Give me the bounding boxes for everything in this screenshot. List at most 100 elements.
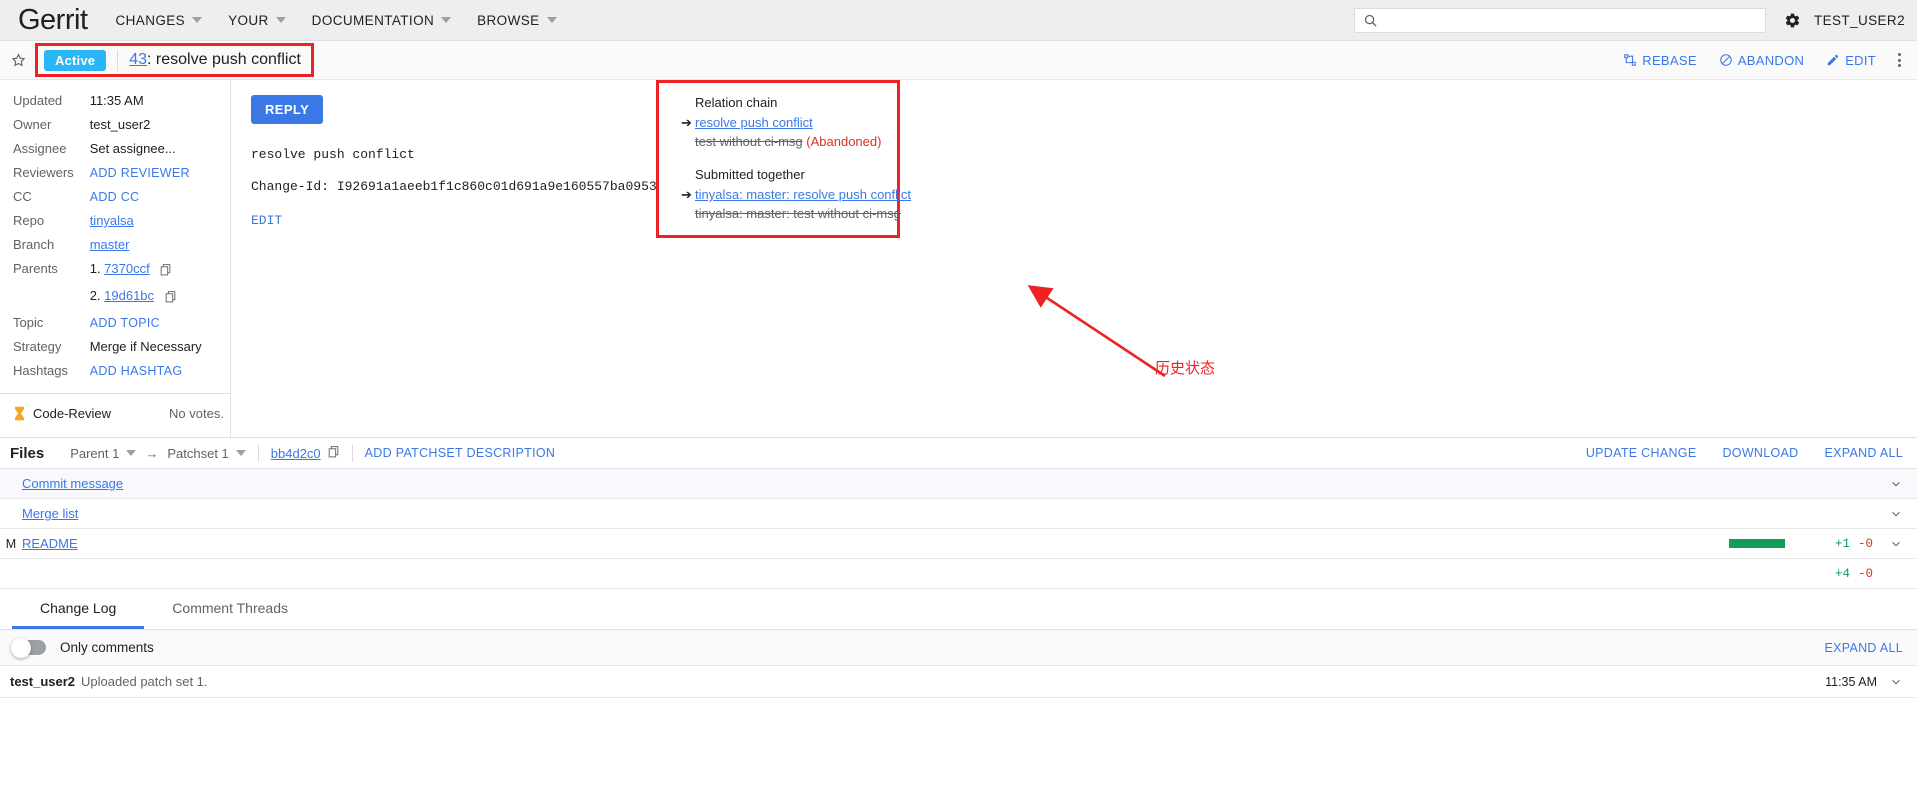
only-comments-toggle[interactable] [11,637,46,658]
file-status: M [5,536,17,551]
add-reviewer-button[interactable]: ADD REVIEWER [90,166,190,180]
file-delta: +1 -0 [1785,537,1873,551]
download-button[interactable]: DOWNLOAD [1722,446,1798,460]
kebab-dot [1898,58,1901,62]
status-badge: Active [44,49,107,71]
patchset-sha-link[interactable]: bb4d2c0 [271,446,321,461]
files-total-row: +4 -0 [0,559,1917,589]
metadata-value-owner[interactable]: test_user2 [90,117,202,141]
log-entry-user: test_user2 [10,674,76,689]
repo-link[interactable]: tinyalsa [90,213,134,228]
divider [117,49,119,71]
abandoned-suffix: (Abandoned) [806,134,882,149]
parent-sha-link[interactable]: 7370ccf [104,261,150,276]
patchset-select[interactable]: Patchset 1 [167,445,246,461]
user-menu-button[interactable]: TEST_USER2 [1814,13,1905,28]
update-change-button[interactable]: UPDATE CHANGE [1586,446,1697,460]
submitted-together-link[interactable]: tinyalsa: master: resolve push conflict [695,187,911,202]
parent-index: 2. [89,288,101,303]
search-box[interactable] [1353,7,1766,33]
abandon-label: ABANDON [1737,52,1805,68]
change-number-link[interactable]: 43 [129,51,147,68]
chevron-down-icon [235,450,246,456]
file-link-commit-message[interactable]: Commit message [22,476,123,491]
metadata-key: Strategy [13,339,62,354]
settings-button[interactable] [1784,12,1801,29]
add-hashtag-button[interactable]: ADD HASHTAG [90,364,183,378]
rebase-label: REBASE [1642,52,1697,68]
commit-edit-button[interactable]: EDIT [251,213,661,228]
expand-all-log-button[interactable]: EXPAND ALL [1824,641,1903,655]
change-status-highlight: Active 43: resolve push conflict [35,43,314,77]
commit-message-panel: REPLY resolve push conflict Change-Id: I… [231,80,661,437]
chevron-down-icon[interactable] [1889,537,1903,551]
gerrit-logo[interactable]: Gerrit [18,4,88,37]
list-item[interactable]: test_user2 Uploaded patch set 1. 11:35 A… [0,666,1917,698]
relation-chain-title: Relation chain [695,95,778,110]
reply-button[interactable]: REPLY [251,95,324,124]
nav-item-your-label: YOUR [228,12,269,28]
copy-icon[interactable] [327,445,340,461]
relation-chain-item-abandoned: test without ci-msg (Abandoned) [695,132,889,151]
search-icon [1364,14,1377,27]
parent-sha-link[interactable]: 19d61bc [104,288,154,303]
tab-comment-threads[interactable]: Comment Threads [144,589,316,629]
metadata-key: CC [13,189,32,204]
nav-item-documentation-label: DOCUMENTATION [311,12,435,28]
kebab-dot [1898,53,1901,56]
patchset-range-arrow-icon: → [145,445,159,461]
chevron-down-icon[interactable] [1889,507,1903,521]
nav-item-your[interactable]: YOUR [228,13,286,28]
edit-label: EDIT [1845,52,1876,68]
chevron-down-icon[interactable] [1889,675,1903,689]
set-assignee-button[interactable]: Set assignee... [90,141,202,165]
patchset-label: Patchset 1 [167,445,229,461]
bottom-tabbar: Change Log Comment Threads [0,589,1917,630]
relation-chain-abandoned-text[interactable]: test without ci-msg [695,134,803,149]
label-name: Code-Review [33,406,112,421]
search-input[interactable] [1383,8,1757,32]
expand-all-files-button[interactable]: EXPAND ALL [1824,446,1903,460]
kebab-menu-icon[interactable] [1898,53,1901,67]
copy-icon[interactable] [159,263,172,280]
add-cc-button[interactable]: ADD CC [90,190,140,204]
star-button[interactable] [10,52,27,69]
metadata-row-cc: CC ADD CC [13,189,202,213]
relation-chain-link[interactable]: resolve push conflict [695,115,813,130]
add-topic-button[interactable]: ADD TOPIC [90,316,160,330]
table-row[interactable]: M README +1 -0 [0,529,1917,559]
file-link-merge-list[interactable]: Merge list [22,506,78,521]
chevron-down-icon [546,17,557,23]
tab-change-log[interactable]: Change Log [12,589,145,629]
metadata-row-reviewers: Reviewers ADD REVIEWER [13,165,202,189]
table-row[interactable]: Merge list [0,499,1917,529]
rebase-button[interactable]: REBASE [1623,53,1697,68]
metadata-key: Assignee [13,141,67,156]
pencil-icon [1827,54,1839,66]
nav-item-changes[interactable]: CHANGES [116,13,203,28]
files-total-delta: +4 -0 [1785,567,1873,581]
nav-item-browse-label: BROWSE [477,12,540,28]
parent-index: 1. [89,261,101,276]
table-row[interactable]: Commit message [0,469,1917,499]
kebab-dot [1898,64,1901,67]
base-patchset-select[interactable]: Parent 1 [70,445,137,461]
nav-item-documentation[interactable]: DOCUMENTATION [311,12,452,28]
base-patchset-label: Parent 1 [70,445,120,461]
abandon-button[interactable]: ABANDON [1719,53,1804,68]
relation-chain-highlight-box: Relation chain ➔ resolve push conflict t… [656,80,911,238]
annotation-label: 历史状态 [1155,359,1216,377]
file-link-readme[interactable]: README [22,536,78,551]
submitted-together-abandoned-text[interactable]: tinyalsa: master: test without ci-msg [695,206,901,221]
add-patchset-description-button[interactable]: ADD PATCHSET DESCRIPTION [365,446,556,460]
current-change-arrow-icon: ➔ [681,187,692,202]
copy-icon[interactable] [164,290,177,307]
total-added-count: +4 [1834,566,1850,581]
edit-button[interactable]: EDIT [1826,53,1876,68]
change-header: Active 43: resolve push conflict REBASE … [0,41,1917,80]
change-title-separator: : [147,51,156,68]
chevron-down-icon[interactable] [1889,477,1903,491]
branch-link[interactable]: master [90,237,130,252]
app-header: Gerrit CHANGES YOUR DOCUMENTATION BROWSE… [0,0,1917,41]
nav-item-browse[interactable]: BROWSE [477,12,557,28]
